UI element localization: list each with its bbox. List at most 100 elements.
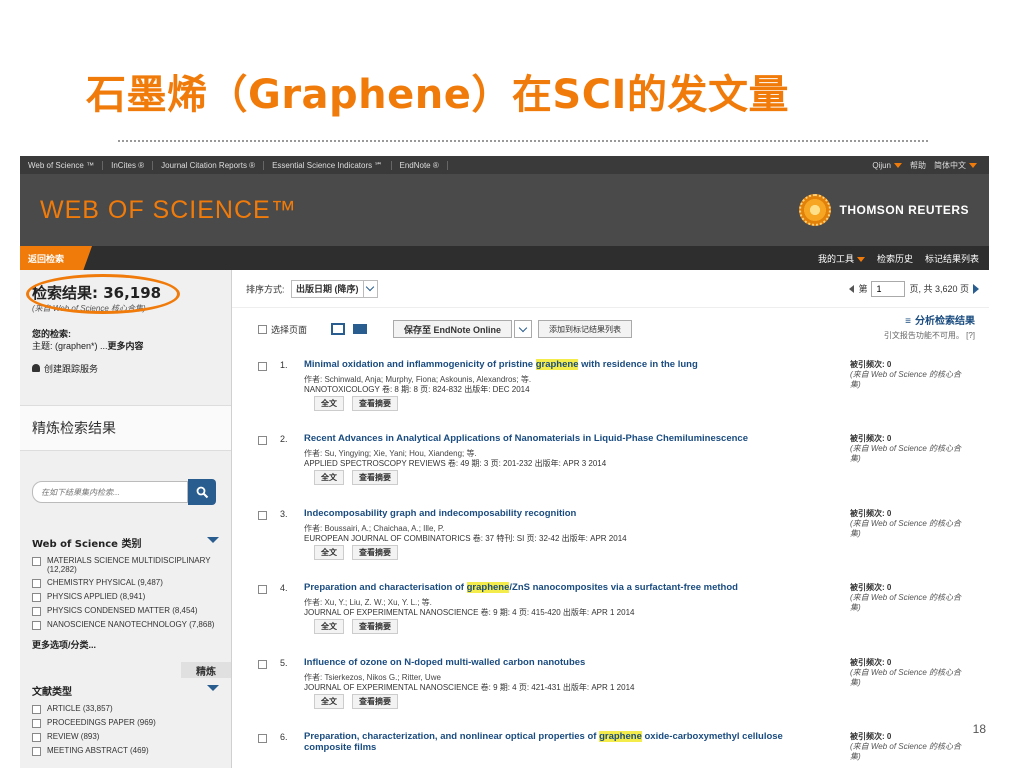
sort-bar: 排序方式: 出版日期 (降序) 第 页, 共 3,620 页 bbox=[232, 270, 989, 308]
next-page-icon[interactable] bbox=[973, 283, 979, 294]
record-checkbox[interactable] bbox=[258, 585, 267, 594]
checkbox[interactable] bbox=[32, 747, 41, 756]
checkbox[interactable] bbox=[32, 733, 41, 742]
create-alert-link[interactable]: 创建跟踪服务 bbox=[32, 362, 231, 375]
record-source: APPLIED SPECTROSCOPY REVIEWS 卷: 49 期: 3 … bbox=[304, 459, 607, 468]
record-checkbox[interactable] bbox=[258, 734, 267, 743]
times-cited: 被引频次: 0 (来自 Web of Science 的核心合集) bbox=[850, 434, 961, 463]
checkbox[interactable] bbox=[32, 621, 41, 630]
select-page-checkbox[interactable] bbox=[258, 325, 267, 334]
fulltext-button[interactable]: 全文 bbox=[314, 619, 344, 634]
filter-option[interactable]: PHYSICS APPLIED (8,941) bbox=[32, 592, 219, 602]
chevron-down-icon bbox=[207, 685, 219, 691]
wos-logo[interactable]: WEB OF SCIENCE™ bbox=[40, 196, 297, 225]
language-menu[interactable]: 简体中文 bbox=[934, 160, 977, 171]
title-divider bbox=[118, 140, 928, 142]
record-checkbox[interactable] bbox=[258, 436, 267, 445]
times-cited: 被引频次: 0 (来自 Web of Science 的核心合集) bbox=[850, 360, 961, 389]
record-source: NANOTOXICOLOGY 卷: 8 期: 8 页: 824-832 出版年:… bbox=[304, 385, 530, 394]
marked-list-link[interactable]: 标记结果列表 bbox=[925, 252, 979, 265]
more-link[interactable]: 更多内容 bbox=[108, 341, 144, 351]
filter-option[interactable]: REVIEW (893) bbox=[32, 732, 219, 742]
result-record: 1. Minimal oxidation and inflammogenicit… bbox=[232, 359, 989, 426]
search-button[interactable] bbox=[188, 479, 216, 505]
search-history-link[interactable]: 检索历史 bbox=[877, 252, 913, 265]
nav-link-wos[interactable]: Web of Science ™ bbox=[20, 160, 104, 170]
checkbox[interactable] bbox=[32, 579, 41, 588]
nav-link-esi[interactable]: Essential Science Indicators ℠ bbox=[264, 160, 392, 170]
publisher-name: THOMSON REUTERS bbox=[839, 203, 969, 217]
prev-page-icon[interactable] bbox=[849, 284, 855, 293]
header-banner: WEB OF SCIENCE™ THOMSON REUTERS bbox=[20, 174, 989, 246]
highlight-oval bbox=[26, 274, 180, 314]
filter-option[interactable]: PHYSICS CONDENSED MATTER (8,454) bbox=[32, 606, 219, 616]
save-options-dropdown[interactable] bbox=[514, 320, 533, 338]
view-abstract-button[interactable]: 查看摘要 bbox=[352, 396, 398, 411]
fulltext-button[interactable]: 全文 bbox=[314, 396, 344, 411]
chevron-down-icon bbox=[894, 162, 902, 168]
back-to-search-button[interactable]: 返回检索 bbox=[20, 246, 93, 270]
result-record: 2. Recent Advances in Analytical Applica… bbox=[232, 433, 989, 500]
view-abstract-button[interactable]: 查看摘要 bbox=[352, 694, 398, 709]
checkbox[interactable] bbox=[32, 557, 41, 566]
record-source: JOURNAL OF EXPERIMENTAL NANOSCIENCE 卷: 9… bbox=[304, 608, 635, 617]
page-input[interactable] bbox=[871, 280, 906, 297]
category-header[interactable]: Web of Science 类别 bbox=[32, 535, 219, 550]
sort-label: 排序方式: bbox=[246, 284, 285, 294]
record-checkbox[interactable] bbox=[258, 660, 267, 669]
email-icon[interactable] bbox=[353, 324, 368, 334]
filter-option[interactable]: ARTICLE (33,857) bbox=[32, 704, 219, 714]
fulltext-button[interactable]: 全文 bbox=[314, 545, 344, 560]
wos-screenshot: Web of Science ™ InCites ® Journal Citat… bbox=[20, 156, 989, 768]
checkbox[interactable] bbox=[32, 593, 41, 602]
record-title-link[interactable]: Preparation, characterization, and nonli… bbox=[304, 731, 824, 753]
filter-option[interactable]: MATERIALS SCIENCE MULTIDISCIPLINARY (12,… bbox=[32, 556, 219, 574]
view-abstract-button[interactable]: 查看摘要 bbox=[352, 545, 398, 560]
refine-search-input[interactable] bbox=[32, 481, 188, 503]
refine-search bbox=[32, 479, 231, 505]
filter-option[interactable]: CHEMISTRY PHYSICAL (9,487) bbox=[32, 578, 219, 588]
print-icon[interactable] bbox=[331, 323, 346, 335]
checkbox[interactable] bbox=[32, 705, 41, 714]
result-record: 5. Influence of ozone on N-doped multi-w… bbox=[232, 657, 989, 724]
filter-option[interactable]: NANOSCIENCE NANOTECHNOLOGY (7,868) bbox=[32, 620, 219, 630]
record-title-link[interactable]: Recent Advances in Analytical Applicatio… bbox=[304, 433, 824, 444]
results-panel: 排序方式: 出版日期 (降序) 第 页, 共 3,620 页 选择页面 保存至 … bbox=[232, 270, 989, 768]
checkbox[interactable] bbox=[32, 719, 41, 728]
nav-link-jcr[interactable]: Journal Citation Reports ® bbox=[153, 160, 265, 170]
record-title-link[interactable]: Preparation and characterisation of grap… bbox=[304, 582, 824, 593]
record-title-link[interactable]: Influence of ozone on N-doped multi-wall… bbox=[304, 657, 824, 668]
record-title-link[interactable]: Indecomposability graph and indecomposab… bbox=[304, 508, 824, 519]
analyze-results-link[interactable]: ≡ 分析检索结果 bbox=[884, 312, 975, 327]
add-marked-button[interactable]: 添加到标记结果列表 bbox=[538, 320, 633, 338]
record-checkbox[interactable] bbox=[258, 362, 267, 371]
result-record: 3. Indecomposability graph and indecompo… bbox=[232, 508, 989, 575]
select-page-label: 选择页面 bbox=[271, 324, 308, 335]
help-link[interactable]: 帮助 bbox=[910, 160, 926, 171]
view-abstract-button[interactable]: 查看摘要 bbox=[352, 619, 398, 634]
record-title-link[interactable]: Minimal oxidation and inflammogenicity o… bbox=[304, 359, 824, 370]
doc-type-header[interactable]: 文献类型 bbox=[32, 683, 219, 698]
view-abstract-button[interactable]: 查看摘要 bbox=[352, 470, 398, 485]
checkbox[interactable] bbox=[32, 607, 41, 616]
citation-report-note: 引文报告功能不可用。 [?] bbox=[883, 331, 975, 340]
fulltext-button[interactable]: 全文 bbox=[314, 694, 344, 709]
filter-option[interactable]: PROCEEDINGS PAPER (969) bbox=[32, 718, 219, 728]
chevron-down-icon bbox=[856, 256, 865, 262]
nav-link-endnote[interactable]: EndNote ® bbox=[392, 160, 448, 170]
chevron-down-icon bbox=[969, 162, 977, 168]
save-endnote-button[interactable]: 保存至 EndNote Online bbox=[393, 320, 513, 338]
nav-link-incites[interactable]: InCites ® bbox=[103, 160, 154, 170]
my-tools-menu[interactable]: 我的工具 bbox=[818, 252, 865, 265]
result-record: 4. Preparation and characterisation of g… bbox=[232, 582, 989, 649]
sort-select[interactable]: 出版日期 (降序) bbox=[291, 279, 378, 298]
filter-option[interactable]: MEETING ABSTRACT (469) bbox=[32, 746, 219, 756]
refine-button[interactable]: 精炼 bbox=[181, 662, 231, 678]
fulltext-button[interactable]: 全文 bbox=[314, 470, 344, 485]
record-checkbox[interactable] bbox=[258, 511, 267, 520]
slide-title: 石墨烯（Graphene）在SCI的发文量 bbox=[86, 72, 789, 118]
times-cited: 被引频次: 0 (来自 Web of Science 的核心合集) bbox=[850, 658, 961, 687]
user-menu[interactable]: Qijun bbox=[872, 161, 902, 170]
more-options-link[interactable]: 更多选项/分类... bbox=[32, 638, 231, 651]
slide-number: 18 bbox=[972, 722, 986, 736]
